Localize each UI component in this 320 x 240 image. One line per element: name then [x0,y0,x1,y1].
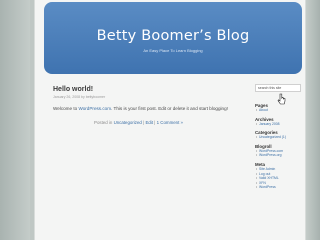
comments-link[interactable]: 1 Comment » [157,120,183,125]
blogroll-widget: Blogroll WordPress.com WordPress.org [255,144,311,158]
sidebar-item-category[interactable]: Uncategorized (1) [255,135,311,140]
post-footer: Posted in Uncategorized | Edit | 1 Comme… [53,120,183,125]
blog-post: Hello world! January 26, 2008 by bettybo… [53,86,243,125]
sidebar-item-about[interactable]: About [255,108,311,113]
blog-title[interactable]: Betty Boomer’s Blog [44,28,302,44]
meta-widget: Meta Site Admin Log out Valid XHTML XFN … [255,162,311,190]
edit-link[interactable]: Edit [145,120,153,125]
post-body-rest: . This is your first post. Edit or delet… [111,106,228,111]
sidebar-item-archive-month[interactable]: January 2008 [255,122,311,127]
blog-tagline: An Easy Place To Learn Blogging [143,48,203,53]
posted-in-label: Posted in [94,120,114,125]
post-body: Welcome to WordPress.com. This is your f… [53,105,233,112]
mouse-cursor-icon [277,93,286,105]
wordpress-link[interactable]: WordPress.com [78,106,111,111]
sidebar-item-blogroll[interactable]: WordPress.org [255,153,311,158]
post-body-text: Welcome to [53,106,79,111]
category-link[interactable]: Uncategorized [114,120,142,125]
sidebar-item-meta[interactable]: WordPress [255,185,311,190]
categories-widget: Categories Uncategorized (1) [255,130,311,140]
sidebar: search this site Pages About Archives Ja… [255,84,311,190]
video-frame-left [0,0,30,240]
search-input[interactable]: search this site [255,84,301,92]
archives-widget: Archives January 2008 [255,117,311,127]
post-title[interactable]: Hello world! [53,86,243,93]
blog-header: Betty Boomer’s Blog An Easy Place To Lea… [44,2,302,74]
post-meta: January 26, 2008 by bettyboomer [53,95,106,99]
